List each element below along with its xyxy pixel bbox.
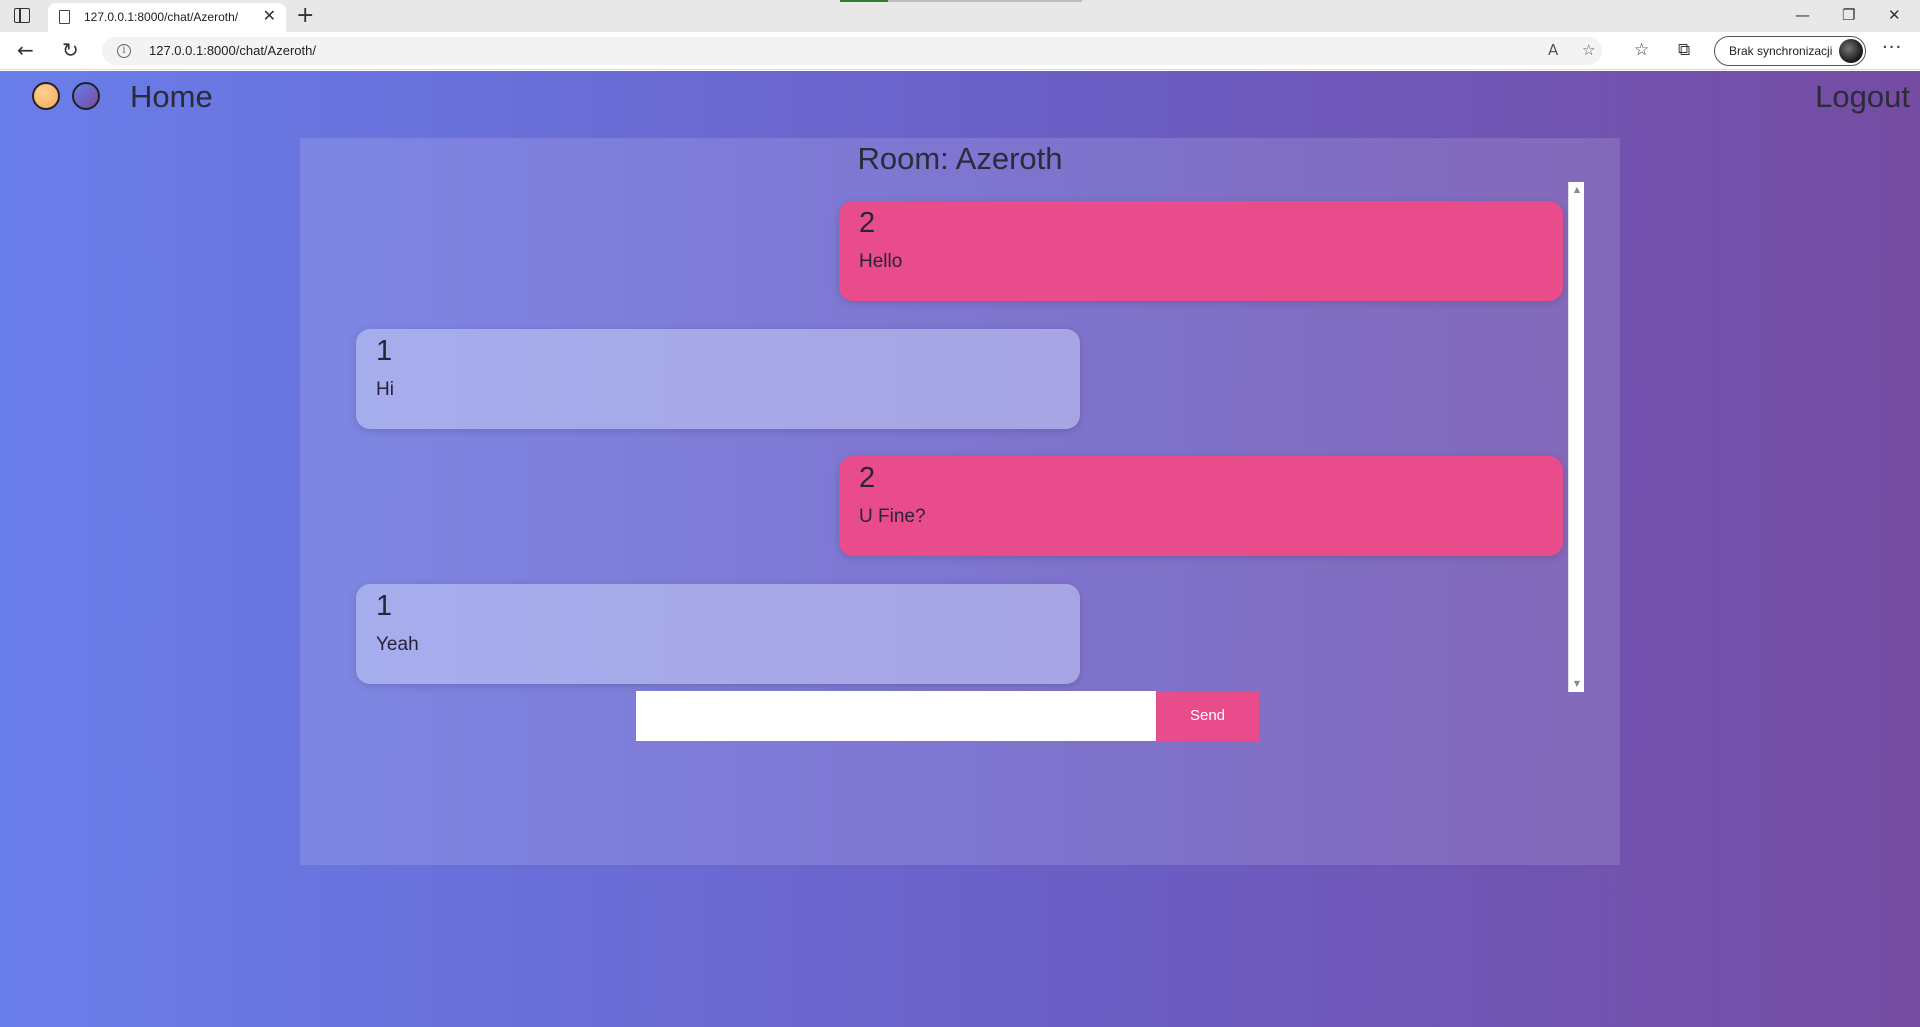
read-aloud-icon[interactable]: A bbox=[1548, 41, 1558, 59]
progress-indicator bbox=[840, 0, 888, 2]
profile-label: Brak synchronizacji bbox=[1729, 44, 1833, 58]
browser-tabstrip: 127.0.0.1:8000/chat/Azeroth/ ✕ + — ❐ ✕ bbox=[0, 0, 1920, 32]
new-tab-button[interactable]: + bbox=[296, 2, 314, 30]
message-author: 1 bbox=[376, 335, 393, 367]
tab-drag-area bbox=[888, 0, 1082, 2]
scroll-down-icon[interactable]: ▼ bbox=[1569, 678, 1585, 690]
tab-close-icon[interactable]: ✕ bbox=[263, 7, 276, 25]
message-bubble: 1 Yeah bbox=[356, 584, 1080, 684]
close-window-button[interactable]: ✕ bbox=[1888, 4, 1901, 26]
avatar bbox=[1839, 39, 1863, 63]
profile-button[interactable]: Brak synchronizacji bbox=[1714, 36, 1866, 66]
dark-theme-toggle[interactable] bbox=[72, 82, 100, 110]
room-title: Room: Azeroth bbox=[857, 141, 1063, 176]
back-button[interactable]: ← bbox=[17, 38, 34, 62]
message-text: Hello bbox=[859, 251, 903, 272]
message-author: 2 bbox=[859, 207, 876, 239]
address-bar[interactable]: i 127.0.0.1:8000/chat/Azeroth/ A ☆ bbox=[102, 37, 1602, 65]
home-link[interactable]: Home bbox=[130, 79, 213, 115]
send-button[interactable]: Send bbox=[1156, 691, 1259, 741]
message-text: U Fine? bbox=[859, 506, 926, 527]
message-list[interactable]: 2 Hello 1 Hi 2 U Fine? 1 Yeah bbox=[300, 185, 1568, 695]
message-input[interactable] bbox=[636, 691, 1156, 741]
page-icon bbox=[59, 10, 70, 24]
minimize-button[interactable]: — bbox=[1795, 4, 1810, 26]
site-info-icon[interactable]: i bbox=[117, 44, 131, 58]
browser-toolbar: ← ↻ i 127.0.0.1:8000/chat/Azeroth/ A ☆ ☆… bbox=[0, 32, 1920, 70]
message-bubble: 2 U Fine? bbox=[839, 456, 1563, 556]
restore-button[interactable]: ❐ bbox=[1842, 4, 1855, 26]
page-background: Home Logout Room: Azeroth 2 Hello 1 Hi 2… bbox=[0, 71, 1920, 1027]
chat-panel: Room: Azeroth 2 Hello 1 Hi 2 U Fine? 1 Y… bbox=[300, 138, 1620, 865]
light-theme-toggle[interactable] bbox=[32, 82, 60, 110]
url-text[interactable]: 127.0.0.1:8000/chat/Azeroth/ bbox=[149, 43, 316, 58]
message-bubble: 1 Hi bbox=[356, 329, 1080, 429]
add-favorite-icon[interactable]: ☆ bbox=[1582, 41, 1595, 59]
message-scrollbar[interactable]: ▲ ▼ bbox=[1568, 182, 1584, 692]
reload-button[interactable]: ↻ bbox=[62, 38, 79, 62]
logout-link[interactable]: Logout bbox=[1815, 79, 1910, 115]
browser-tab[interactable]: 127.0.0.1:8000/chat/Azeroth/ ✕ bbox=[48, 3, 286, 32]
tab-title: 127.0.0.1:8000/chat/Azeroth/ bbox=[84, 10, 239, 24]
scroll-up-icon[interactable]: ▲ bbox=[1569, 184, 1585, 196]
more-options-icon[interactable]: ··· bbox=[1882, 37, 1902, 58]
tab-actions-icon[interactable] bbox=[14, 8, 30, 23]
message-text: Yeah bbox=[376, 634, 419, 655]
message-text: Hi bbox=[376, 379, 394, 400]
favorites-icon[interactable]: ☆ bbox=[1634, 40, 1649, 60]
collections-icon[interactable]: ⧉ bbox=[1678, 40, 1690, 60]
message-bubble: 2 Hello bbox=[839, 201, 1563, 301]
message-author: 2 bbox=[859, 462, 876, 494]
message-author: 1 bbox=[376, 590, 393, 622]
